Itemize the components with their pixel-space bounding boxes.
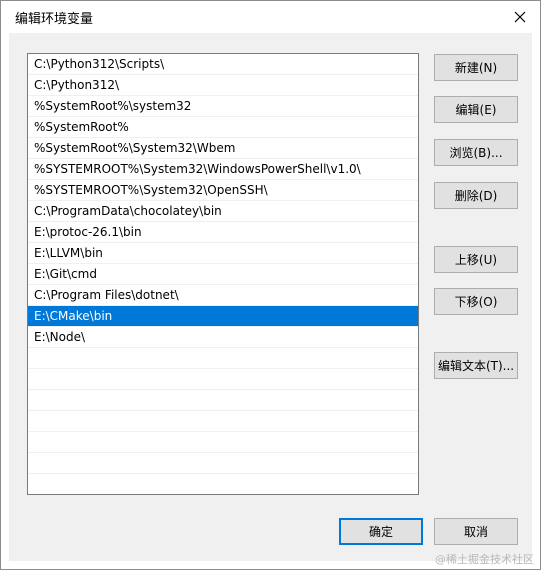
list-item[interactable] [28,453,418,474]
browse-button[interactable]: 浏览(B)... [434,139,518,166]
title-bar[interactable]: 编辑环境变量 [1,1,540,33]
list-item[interactable] [28,369,418,390]
list-item[interactable]: E:\Git\cmd [28,264,418,285]
new-button[interactable]: 新建(N) [434,54,518,81]
watermark: @稀土掘金技术社区 [435,553,534,566]
list-item[interactable]: %SYSTEMROOT%\System32\WindowsPowerShell\… [28,159,418,180]
ok-button[interactable]: 确定 [339,518,423,545]
list-item[interactable]: %SYSTEMROOT%\System32\OpenSSH\ [28,180,418,201]
close-icon [514,11,526,23]
move-up-button[interactable]: 上移(U) [434,246,518,273]
list-item[interactable]: %SystemRoot% [28,117,418,138]
list-item[interactable]: %SystemRoot%\System32\Wbem [28,138,418,159]
cancel-button[interactable]: 取消 [434,518,518,545]
list-item[interactable]: E:\protoc-26.1\bin [28,222,418,243]
list-item[interactable]: C:\Python312\Scripts\ [28,54,418,75]
close-button[interactable] [500,1,540,33]
list-item[interactable] [28,411,418,432]
edit-env-var-dialog: 编辑环境变量 C:\Python312\Scripts\ C:\Python312… [0,0,541,570]
list-item[interactable]: %SystemRoot%\system32 [28,96,418,117]
edit-text-button[interactable]: 编辑文本(T)... [434,352,518,379]
list-item[interactable]: C:\ProgramData\chocolatey\bin [28,201,418,222]
edit-button[interactable]: 编辑(E) [434,96,518,123]
list-item[interactable] [28,348,418,369]
path-listbox[interactable]: C:\Python312\Scripts\ C:\Python312\ %Syste… [27,53,419,495]
list-item[interactable]: E:\CMake\bin [28,306,418,327]
list-item[interactable] [28,390,418,411]
delete-button[interactable]: 删除(D) [434,182,518,209]
list-item[interactable] [28,432,418,453]
list-item[interactable]: E:\LLVM\bin [28,243,418,264]
list-item[interactable] [28,474,418,494]
dialog-title: 编辑环境变量 [15,12,94,27]
list-item[interactable]: E:\Node\ [28,327,418,348]
list-item[interactable]: C:\Python312\ [28,75,418,96]
dialog-body: C:\Python312\Scripts\ C:\Python312\ %Syste… [9,33,532,561]
list-item[interactable]: C:\Program Files\dotnet\ [28,285,418,306]
move-down-button[interactable]: 下移(O) [434,288,518,315]
